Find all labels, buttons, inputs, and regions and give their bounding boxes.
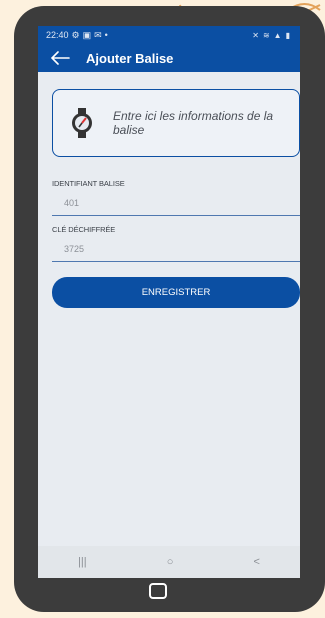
- identifiant-input[interactable]: 401: [64, 198, 79, 208]
- mail-icon: ✉: [94, 29, 102, 40]
- identifiant-underline: [52, 215, 300, 216]
- info-text: Entre ici les informations de la balise: [113, 109, 274, 137]
- mute-icon: ✕: [252, 30, 259, 40]
- home-nav-button[interactable]: ○: [167, 556, 174, 568]
- field-label-identifiant: IDENTIFIANT BALISE: [52, 179, 125, 188]
- field-label-cle: CLÉ DÉCHIFFRÉE: [52, 225, 116, 234]
- back-arrow-icon[interactable]: [50, 51, 70, 65]
- image-icon: ▣: [82, 29, 92, 40]
- watch-icon: [72, 108, 92, 138]
- phone-screen: 22:40 ⚙ ▣ ✉ • ✕ ≋ ▲ ▮ Ajouter Balise Ent…: [38, 26, 300, 578]
- info-card: Entre ici les informations de la balise: [52, 89, 300, 157]
- status-bar: 22:40 ⚙ ▣ ✉ • ✕ ≋ ▲ ▮: [38, 26, 300, 44]
- cle-underline: [52, 261, 300, 262]
- battery-icon: ▮: [285, 30, 290, 40]
- phone-home-button[interactable]: [149, 583, 167, 599]
- save-button[interactable]: ENREGISTRER: [52, 277, 300, 308]
- cle-input[interactable]: 3725: [64, 244, 84, 254]
- gear-icon: ⚙: [71, 29, 80, 40]
- app-bar: Ajouter Balise: [38, 44, 300, 72]
- wifi-icon: ≋: [262, 30, 270, 40]
- page-title: Ajouter Balise: [86, 50, 174, 66]
- status-time: 22:40: [46, 30, 69, 40]
- android-nav-bar: ||| ○ <: [38, 546, 300, 578]
- signal-icon: ▲: [273, 30, 282, 40]
- dot-icon: •: [104, 30, 108, 40]
- recents-button[interactable]: |||: [78, 556, 87, 568]
- back-nav-button[interactable]: <: [254, 556, 260, 568]
